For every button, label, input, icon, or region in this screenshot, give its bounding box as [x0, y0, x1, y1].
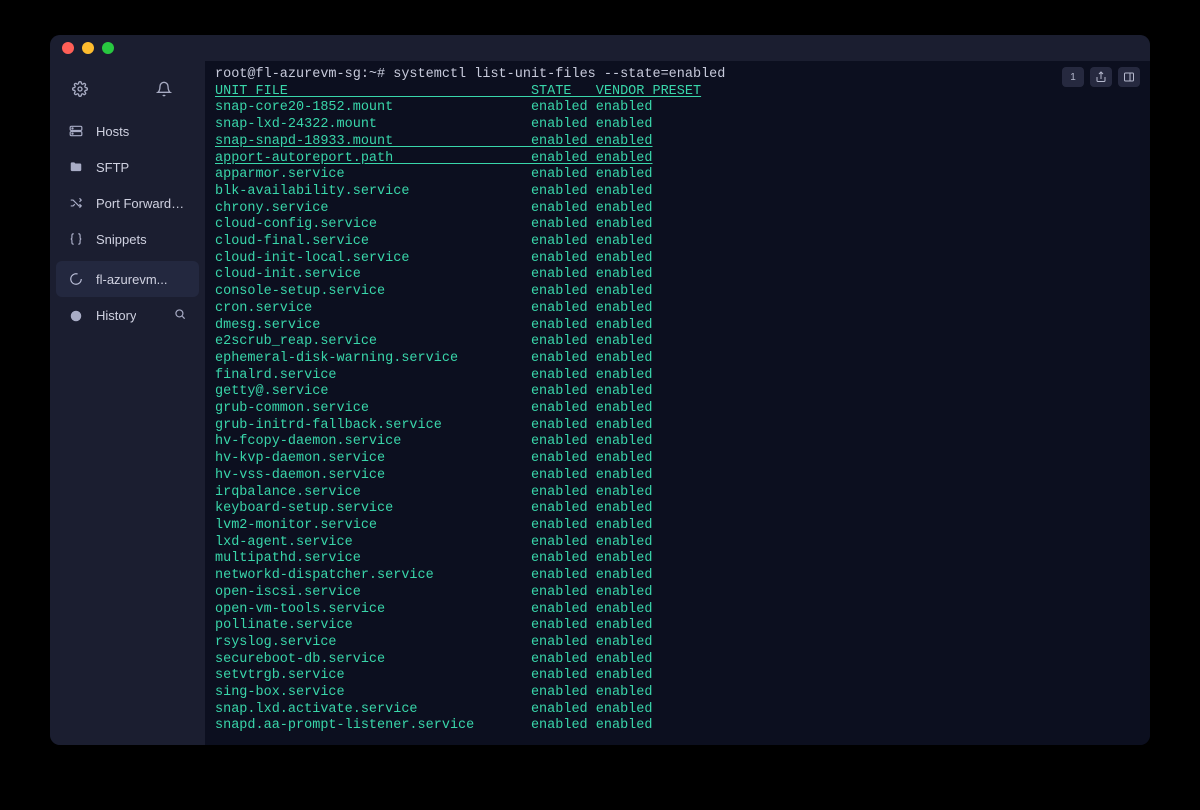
maximize-dot-icon[interactable] [102, 42, 114, 54]
sidebar-toolbar [50, 75, 205, 113]
sidebar-item-history[interactable]: History [50, 297, 205, 334]
search-icon[interactable] [173, 307, 187, 324]
app-window: Hosts SFTP Port Forwarding Snippets [50, 35, 1150, 745]
server-icon [68, 123, 84, 139]
app-body: Hosts SFTP Port Forwarding Snippets [50, 61, 1150, 745]
sidebar-item-label: Hosts [96, 124, 129, 139]
sidebar-item-sftp[interactable]: SFTP [50, 149, 205, 185]
braces-icon [68, 231, 84, 247]
sidebar-item-portfw[interactable]: Port Forwarding [50, 185, 205, 221]
share-icon[interactable] [1090, 67, 1112, 87]
clock-icon [68, 308, 84, 324]
sidebar-item-hosts[interactable]: Hosts [50, 113, 205, 149]
close-dot-icon[interactable] [62, 42, 74, 54]
bell-icon[interactable] [156, 81, 172, 97]
terminal-toolbar: 1 [1062, 67, 1140, 87]
sidebar-item-label: Snippets [96, 232, 147, 247]
tab-index-label: 1 [1070, 72, 1076, 83]
sidebar-session-tab[interactable]: fl-azurevm... [56, 261, 199, 297]
settings-icon[interactable] [72, 81, 88, 97]
sidebar-item-snippets[interactable]: Snippets [50, 221, 205, 257]
sidebar-session-label: fl-azurevm... [96, 272, 168, 287]
titlebar [50, 35, 1150, 61]
folder-icon [68, 159, 84, 175]
sidebar-item-label: Port Forwarding [96, 196, 187, 211]
minimize-dot-icon[interactable] [82, 42, 94, 54]
shuffle-icon [68, 195, 84, 211]
terminal-output[interactable]: root@fl-azurevm-sg:~# systemctl list-uni… [205, 61, 1150, 745]
sidebar-item-label: History [96, 308, 136, 323]
sidebar-item-label: SFTP [96, 160, 129, 175]
tab-index-badge[interactable]: 1 [1062, 67, 1084, 87]
panel-split-icon[interactable] [1118, 67, 1140, 87]
terminal-pane[interactable]: 1 root@fl-azurevm-sg:~# systemctl list-u… [205, 61, 1150, 745]
sidebar: Hosts SFTP Port Forwarding Snippets [50, 61, 205, 745]
spinner-icon [68, 271, 84, 287]
